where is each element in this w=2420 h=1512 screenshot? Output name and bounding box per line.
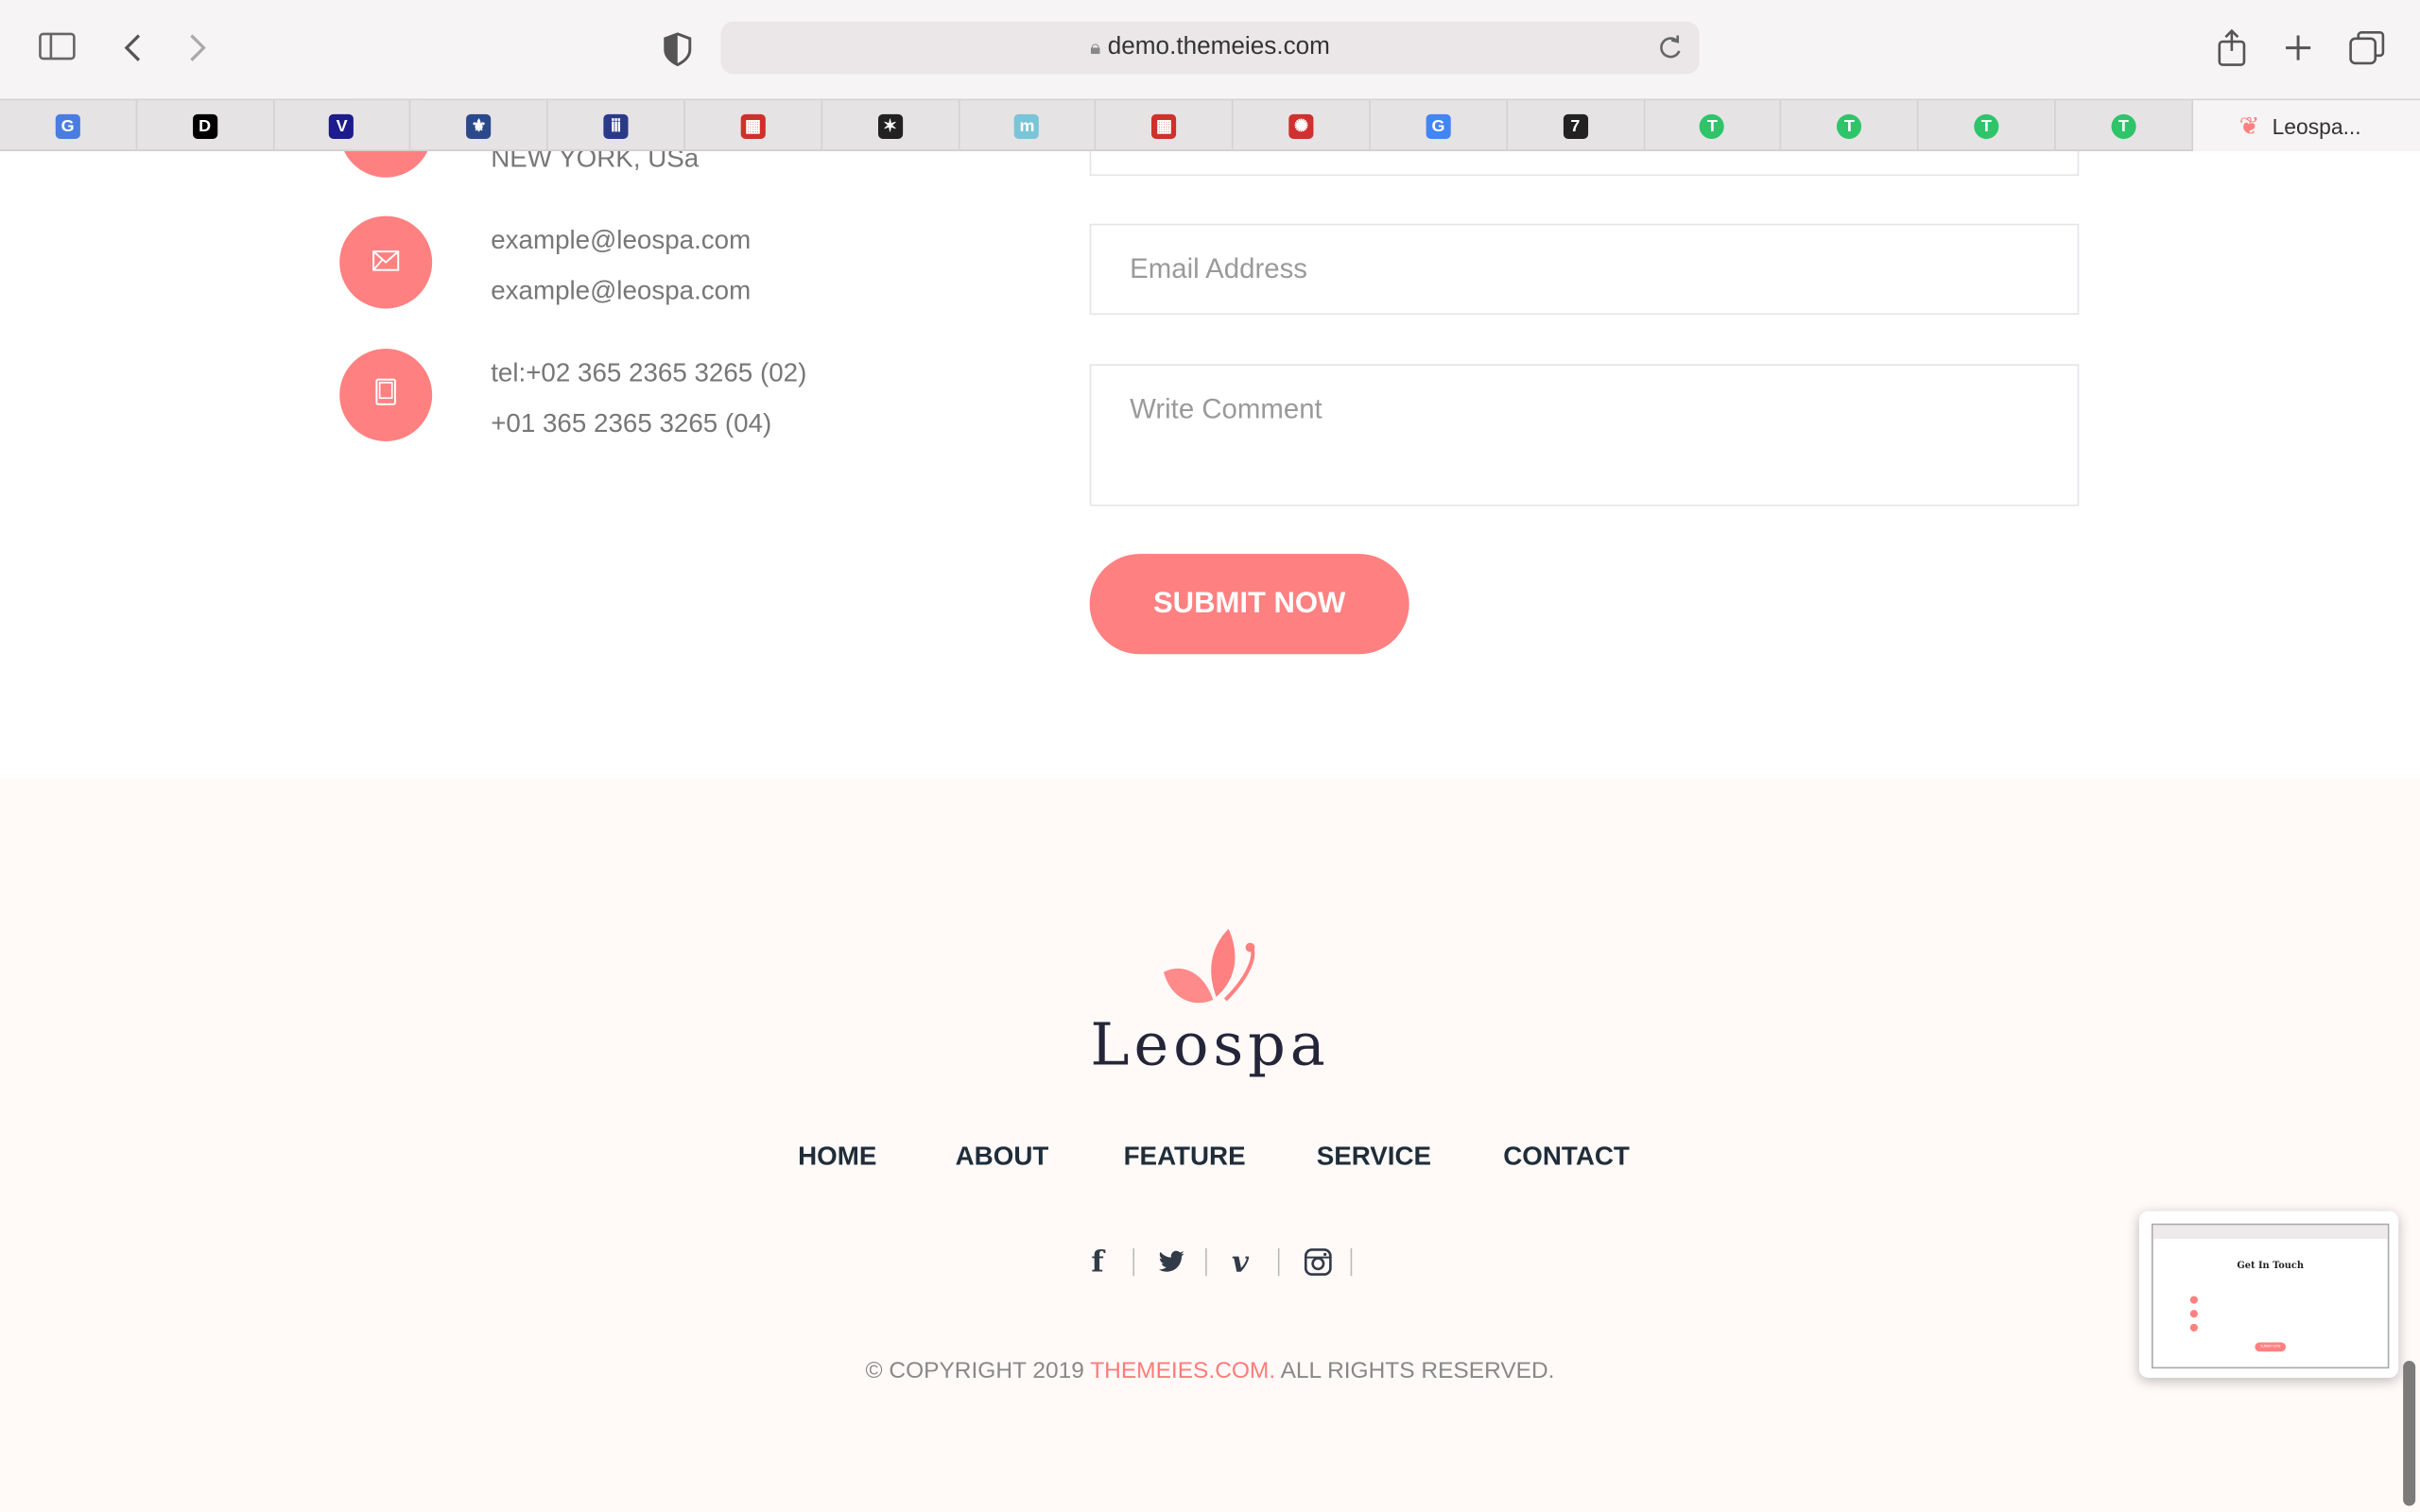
bookmark-tab[interactable]: T (2056, 100, 2193, 152)
forward-icon[interactable] (185, 31, 210, 73)
comment-textarea[interactable]: Write Comment (1089, 364, 2080, 507)
d-logo-icon: D (192, 113, 217, 139)
footer-nav-home[interactable]: HOME (798, 1142, 876, 1173)
share-icon[interactable] (2217, 27, 2248, 76)
email-input[interactable]: Email Address (1089, 223, 2080, 316)
comment-placeholder: Write Comment (1130, 393, 1322, 424)
lock-icon: 🔒︎ (1090, 35, 1101, 60)
google-translate-icon: G (55, 113, 80, 139)
thumbnail-submit: SUBMIT NOW (2255, 1342, 2287, 1352)
submit-button[interactable]: SUBMIT NOW (1089, 554, 1409, 655)
social-divider (1277, 1247, 1280, 1277)
shield-icon[interactable] (664, 32, 692, 74)
bookmark-tab[interactable]: G (1371, 100, 1508, 152)
active-tab[interactable]: ❦ Leospa... (2192, 100, 2420, 152)
tab-overview-icon[interactable] (2349, 30, 2386, 73)
thumbnail-content: Get In Touch SUBMIT NOW (2151, 1223, 2390, 1369)
browser-toolbar: 🔒︎ demo.themeies.com (0, 0, 2420, 99)
bookmark-tab[interactable]: T (1919, 100, 2056, 152)
bookmark-tab[interactable]: m (959, 100, 1097, 152)
footer-nav-about[interactable]: ABOUT (956, 1142, 1049, 1173)
copyright-suffix: ALL RIGHTS RESERVED. (1275, 1357, 1555, 1384)
copyright-link[interactable]: THEMEIES.COM. (1090, 1358, 1275, 1384)
thumbnail-title: Get In Touch (2237, 1260, 2304, 1272)
bookmark-tab[interactable]: D (137, 100, 274, 152)
bookmark-tab[interactable]: ✶ (822, 100, 959, 152)
email-line-2: example@leospa.com (491, 276, 752, 306)
active-tab-title: Leospa... (2272, 113, 2361, 139)
bookmark-tab-bar: G D V ⚜ ⅲ ▦ ✶ m ▦ ✺ G 7 T T T T ❦ Leospa... (0, 98, 2420, 152)
back-icon[interactable] (120, 31, 145, 73)
footer-nav-feature[interactable]: FEATURE (1124, 1142, 1246, 1173)
instagram-icon[interactable] (1304, 1248, 1332, 1284)
t-green-icon: T (1837, 113, 1862, 139)
url-text: demo.themeies.com (1107, 33, 1330, 60)
phone-circle (339, 348, 433, 441)
bookmark-tab[interactable]: ⚜ (411, 100, 548, 152)
reload-icon[interactable] (1656, 32, 1684, 71)
footer-nav-service[interactable]: SERVICE (1317, 1142, 1431, 1173)
bookmark-tab[interactable]: T (1782, 100, 1919, 152)
t-green-icon: T (1700, 113, 1725, 139)
fleur-icon: ⚜ (466, 113, 492, 139)
email-line-1: example@leospa.com (491, 225, 752, 255)
v-logo-icon: V (329, 113, 354, 139)
bookmark-tab[interactable]: G (0, 100, 137, 152)
bookmark-tab[interactable]: T (1645, 100, 1782, 152)
leospa-favicon-icon: ❦ (2238, 113, 2260, 140)
t-green-icon: T (2111, 113, 2136, 139)
email-placeholder: Email Address (1130, 252, 1307, 284)
scrollbar[interactable] (2403, 1361, 2416, 1506)
footer-logo-text: Leospa (1090, 1010, 1330, 1079)
screenshot-thumbnail[interactable]: Get In Touch SUBMIT NOW (2138, 1211, 2399, 1379)
bookmark-tab[interactable]: ▦ (1097, 100, 1234, 152)
seal-icon: ✺ (1288, 113, 1314, 139)
seventy-seven-icon: 7 (1563, 113, 1588, 139)
twitter-icon[interactable] (1158, 1249, 1185, 1281)
browser-window: 🔒︎ demo.themeies.com G D V ⚜ ⅲ ▦ ✶ m ▦ ✺ G 7 T T T T ❦ Le… (0, 0, 2420, 1512)
butterfly-logo-icon (1161, 926, 1263, 1021)
envelope-icon (372, 246, 400, 278)
make-on-icon: m (1014, 113, 1040, 139)
phone-line-2: +01 365 2365 3265 (04) (491, 408, 772, 438)
grid-flag-icon: ▦ (740, 113, 766, 139)
address-bar[interactable]: 🔒︎ demo.themeies.com (720, 21, 1700, 75)
social-divider (1205, 1247, 1207, 1277)
copyright-prefix: © COPYRIGHT 2019 (865, 1357, 1091, 1384)
copyright: © COPYRIGHT 2019 THEMEIES.COM. ALL RIGHT… (0, 1358, 2420, 1384)
sidebar-toggle-icon[interactable] (39, 31, 76, 68)
bookmark-tab[interactable]: ▦ (685, 100, 822, 152)
columns-icon: ⅲ (603, 113, 629, 139)
new-tab-icon[interactable] (2283, 32, 2314, 71)
bookmark-tab[interactable]: 7 (1508, 100, 1645, 152)
social-divider (1350, 1247, 1353, 1277)
email-circle (339, 215, 433, 309)
t-green-icon: T (1974, 113, 1999, 139)
bookmark-tab[interactable]: ⅲ (548, 100, 685, 152)
bookmark-tab[interactable]: V (274, 100, 411, 152)
vimeo-icon[interactable]: v (1232, 1246, 1249, 1280)
grid-flag-icon: ▦ (1151, 113, 1177, 139)
phone-line-1: tel:+02 365 2365 3265 (02) (491, 357, 807, 387)
tablet-icon (375, 377, 397, 413)
facebook-icon[interactable]: f (1091, 1246, 1103, 1280)
social-divider (1132, 1247, 1135, 1277)
bookmark-tab[interactable]: ✺ (1234, 100, 1371, 152)
google-icon: G (1426, 113, 1451, 139)
footer-nav-contact[interactable]: CONTACT (1503, 1142, 1630, 1173)
eagle-icon: ✶ (877, 113, 903, 139)
